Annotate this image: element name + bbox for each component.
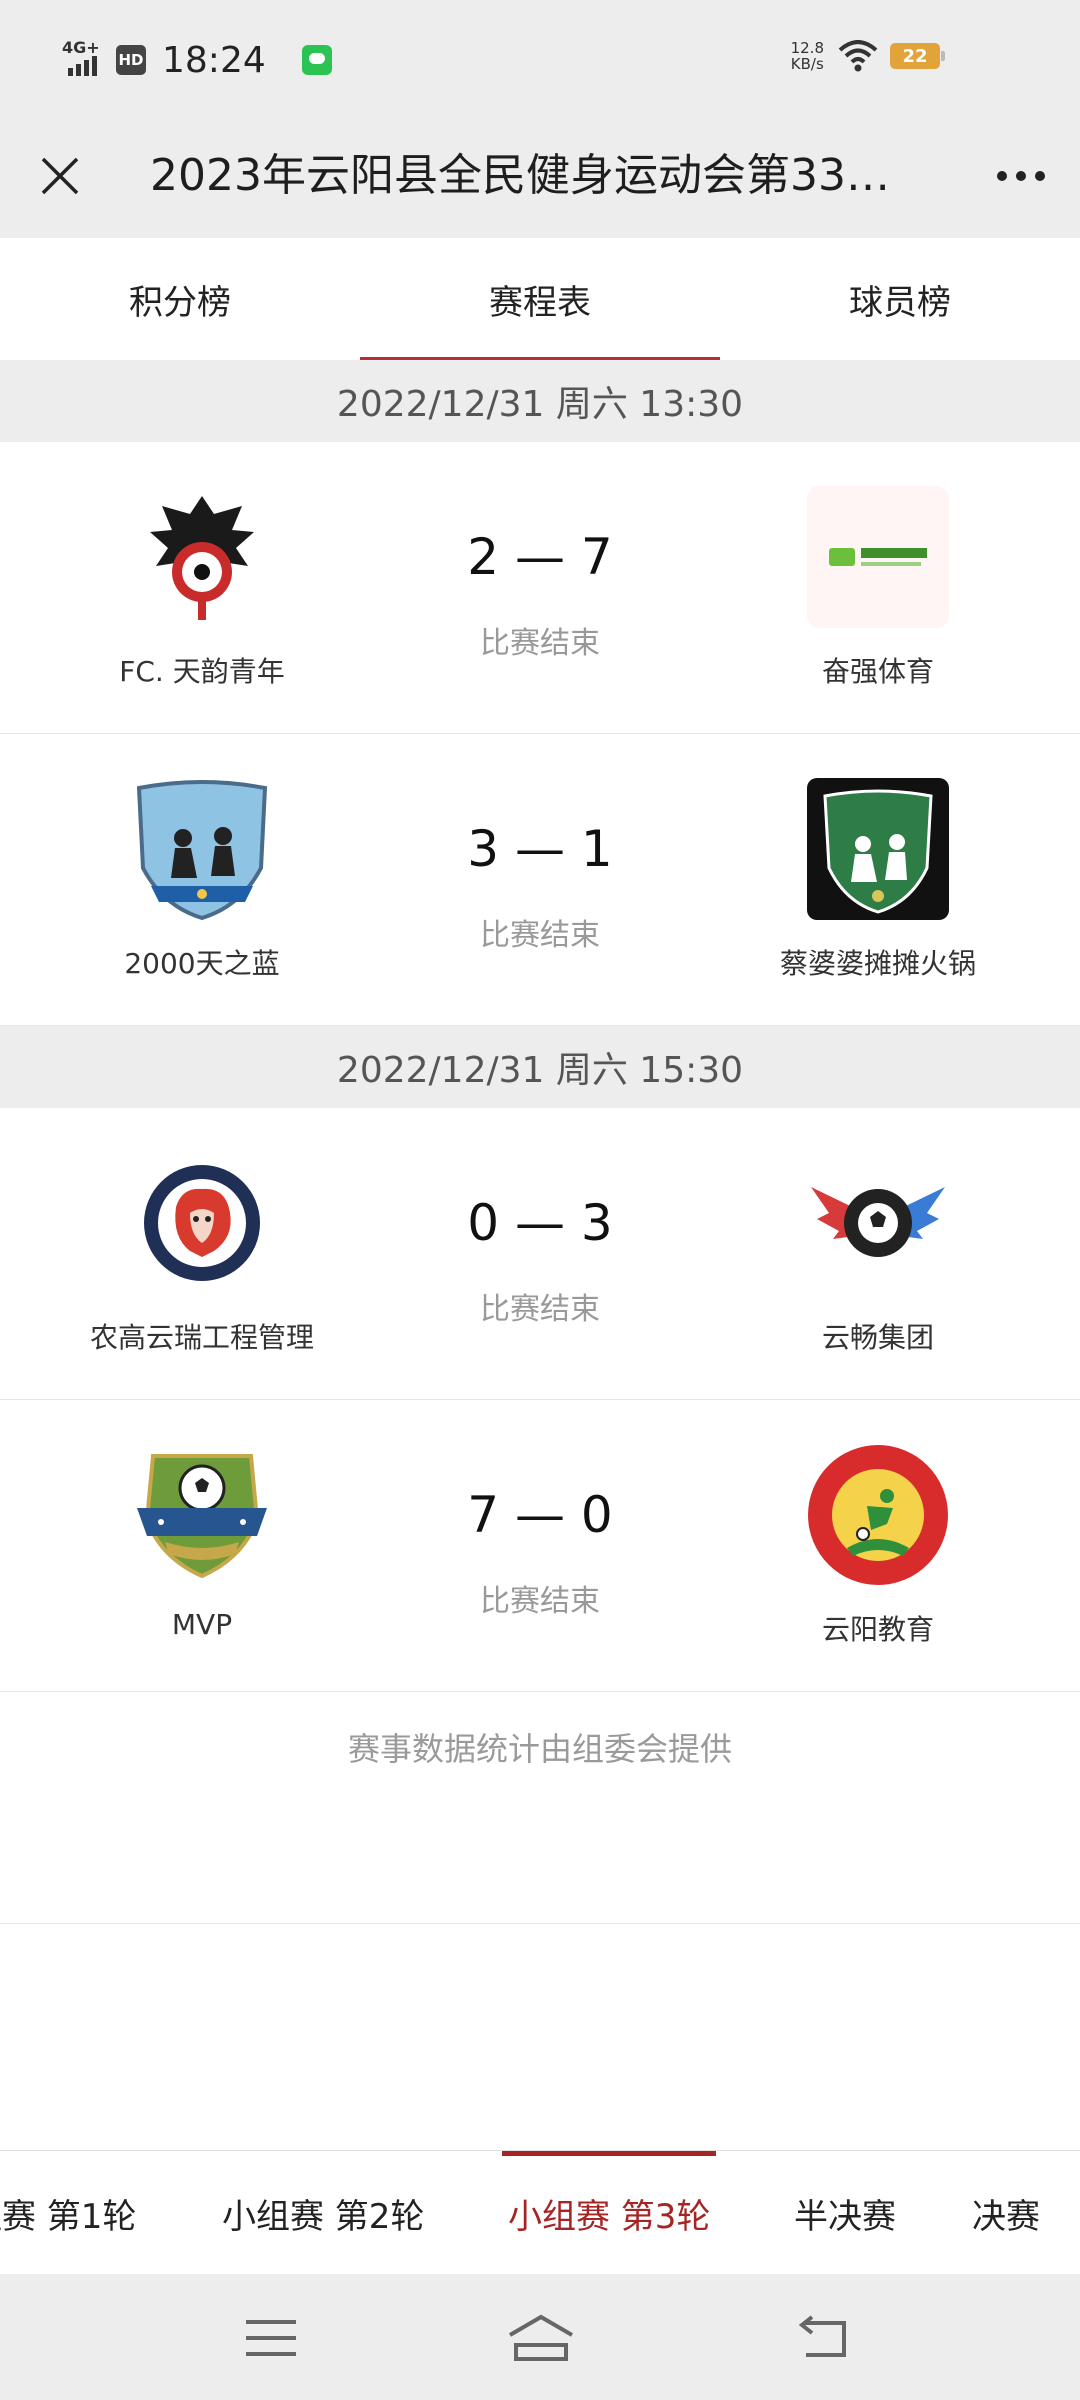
match-row[interactable]: 2000天之蓝 3 — 1 比赛结束 蔡婆婆摊摊火锅	[0, 734, 1080, 1026]
round-tab-2[interactable]: 小组赛 第2轮	[222, 2151, 424, 2274]
home-team-name: MVP	[171, 1608, 233, 1641]
home-team[interactable]: MVP	[22, 1400, 382, 1692]
shield-green-icon	[807, 778, 949, 920]
round-tab-1[interactable]: 小组赛 第1轮	[0, 2151, 136, 2274]
battery-level: 22	[902, 45, 928, 67]
away-team[interactable]: 奋强体育	[698, 442, 1058, 734]
away-team[interactable]: 蔡婆婆摊摊火锅	[698, 734, 1058, 1026]
home-team[interactable]: 2000天之蓝	[22, 734, 382, 1026]
tab-players[interactable]: 球员榜	[720, 238, 1080, 360]
match-status: 比赛结束	[480, 1584, 600, 1619]
hd-icon: HD	[116, 45, 146, 75]
home-team[interactable]: 农高云瑞工程管理	[22, 1108, 382, 1400]
round-selector[interactable]: 小组赛 第1轮 小组赛 第2轮 小组赛 第3轮 半决赛 决赛	[0, 2150, 1080, 2274]
status-bar: 4G+ HD 18:24 12.8 KB/s 22	[0, 0, 1080, 120]
shield-2000-star-icon	[131, 778, 273, 920]
more-options-button[interactable]	[988, 146, 1054, 206]
away-team-name: 蔡婆婆摊摊火锅	[779, 947, 976, 980]
close-icon	[41, 157, 79, 195]
more-dot-icon	[1016, 171, 1026, 181]
home-icon	[508, 2314, 574, 2361]
date-header: 2022/12/31 周六 13:30	[0, 360, 1080, 442]
match-row[interactable]: FC. 天韵青年 2 — 7 比赛结束 奋强体育	[0, 442, 1080, 734]
round-tab-final[interactable]: 决赛	[972, 2151, 1040, 2274]
date-header: 2022/12/31 周六 15:30	[0, 1026, 1080, 1108]
lion-circle-icon	[131, 1152, 273, 1294]
menu-button[interactable]	[236, 2310, 306, 2366]
mvp-shield-icon	[131, 1444, 273, 1586]
match-score: 0 — 3	[467, 1194, 613, 1252]
match-score: 7 — 0	[467, 1486, 613, 1544]
away-team-name: 奋强体育	[821, 655, 934, 688]
wechat-notification-icon	[301, 45, 332, 75]
round-tab-3[interactable]: 小组赛 第3轮	[501, 2151, 717, 2274]
tab-schedule[interactable]: 赛程表	[360, 238, 720, 360]
system-nav-bar	[0, 2274, 1080, 2400]
home-team[interactable]: FC. 天韵青年	[22, 442, 382, 734]
match-row[interactable]: 农高云瑞工程管理 0 — 3 比赛结束 云畅集团	[0, 1108, 1080, 1400]
away-team[interactable]: 云畅集团	[698, 1108, 1058, 1400]
wifi-icon	[838, 40, 878, 72]
speed-unit: KB/s	[790, 55, 824, 73]
away-team[interactable]: 云阳教育	[698, 1400, 1058, 1692]
match-row[interactable]: MVP 7 — 0 比赛结束 云阳教育	[0, 1400, 1080, 1692]
fenqiang-logo-icon	[807, 486, 949, 628]
match-status: 比赛结束	[480, 626, 600, 661]
eagle-crest-icon	[131, 486, 273, 628]
data-source-note: 赛事数据统计由组委会提供	[0, 1694, 1080, 1924]
speed-value: 12.8	[790, 39, 824, 57]
away-team-name: 云阳教育	[821, 1613, 934, 1646]
cellular-signal-icon: 4G+	[62, 38, 106, 82]
home-team-name: 2000天之蓝	[124, 947, 280, 980]
menu-icon	[246, 2320, 296, 2356]
match-status: 比赛结束	[480, 918, 600, 953]
more-dot-icon	[1035, 171, 1045, 181]
back-icon	[798, 2315, 846, 2357]
network-type: 4G+	[62, 38, 100, 57]
close-button[interactable]	[30, 146, 90, 206]
away-team-name: 云畅集团	[821, 1321, 934, 1354]
more-dot-icon	[997, 171, 1007, 181]
title-bar: 2023年云阳县全民健身运动会第33…	[0, 120, 1080, 238]
home-team-name: FC. 天韵青年	[119, 655, 285, 688]
tab-standings[interactable]: 积分榜	[0, 238, 360, 360]
match-score: 2 — 7	[467, 528, 613, 586]
clock: 18:24	[162, 39, 266, 81]
home-team-name: 农高云瑞工程管理	[89, 1321, 314, 1354]
battery-icon: 22	[890, 43, 945, 69]
red-round-badge-icon	[807, 1444, 949, 1586]
match-status: 比赛结束	[480, 1292, 600, 1327]
network-speed: 12.8 KB/s	[791, 40, 824, 72]
match-score: 3 — 1	[467, 820, 613, 878]
tab-bar: 积分榜 赛程表 球员榜	[0, 238, 1080, 360]
page-title: 2023年云阳县全民健身运动会第33…	[150, 150, 890, 201]
back-button[interactable]	[788, 2310, 858, 2366]
winged-ball-icon	[807, 1152, 949, 1294]
round-tab-semifinal[interactable]: 半决赛	[794, 2151, 896, 2274]
home-button[interactable]	[506, 2310, 576, 2366]
